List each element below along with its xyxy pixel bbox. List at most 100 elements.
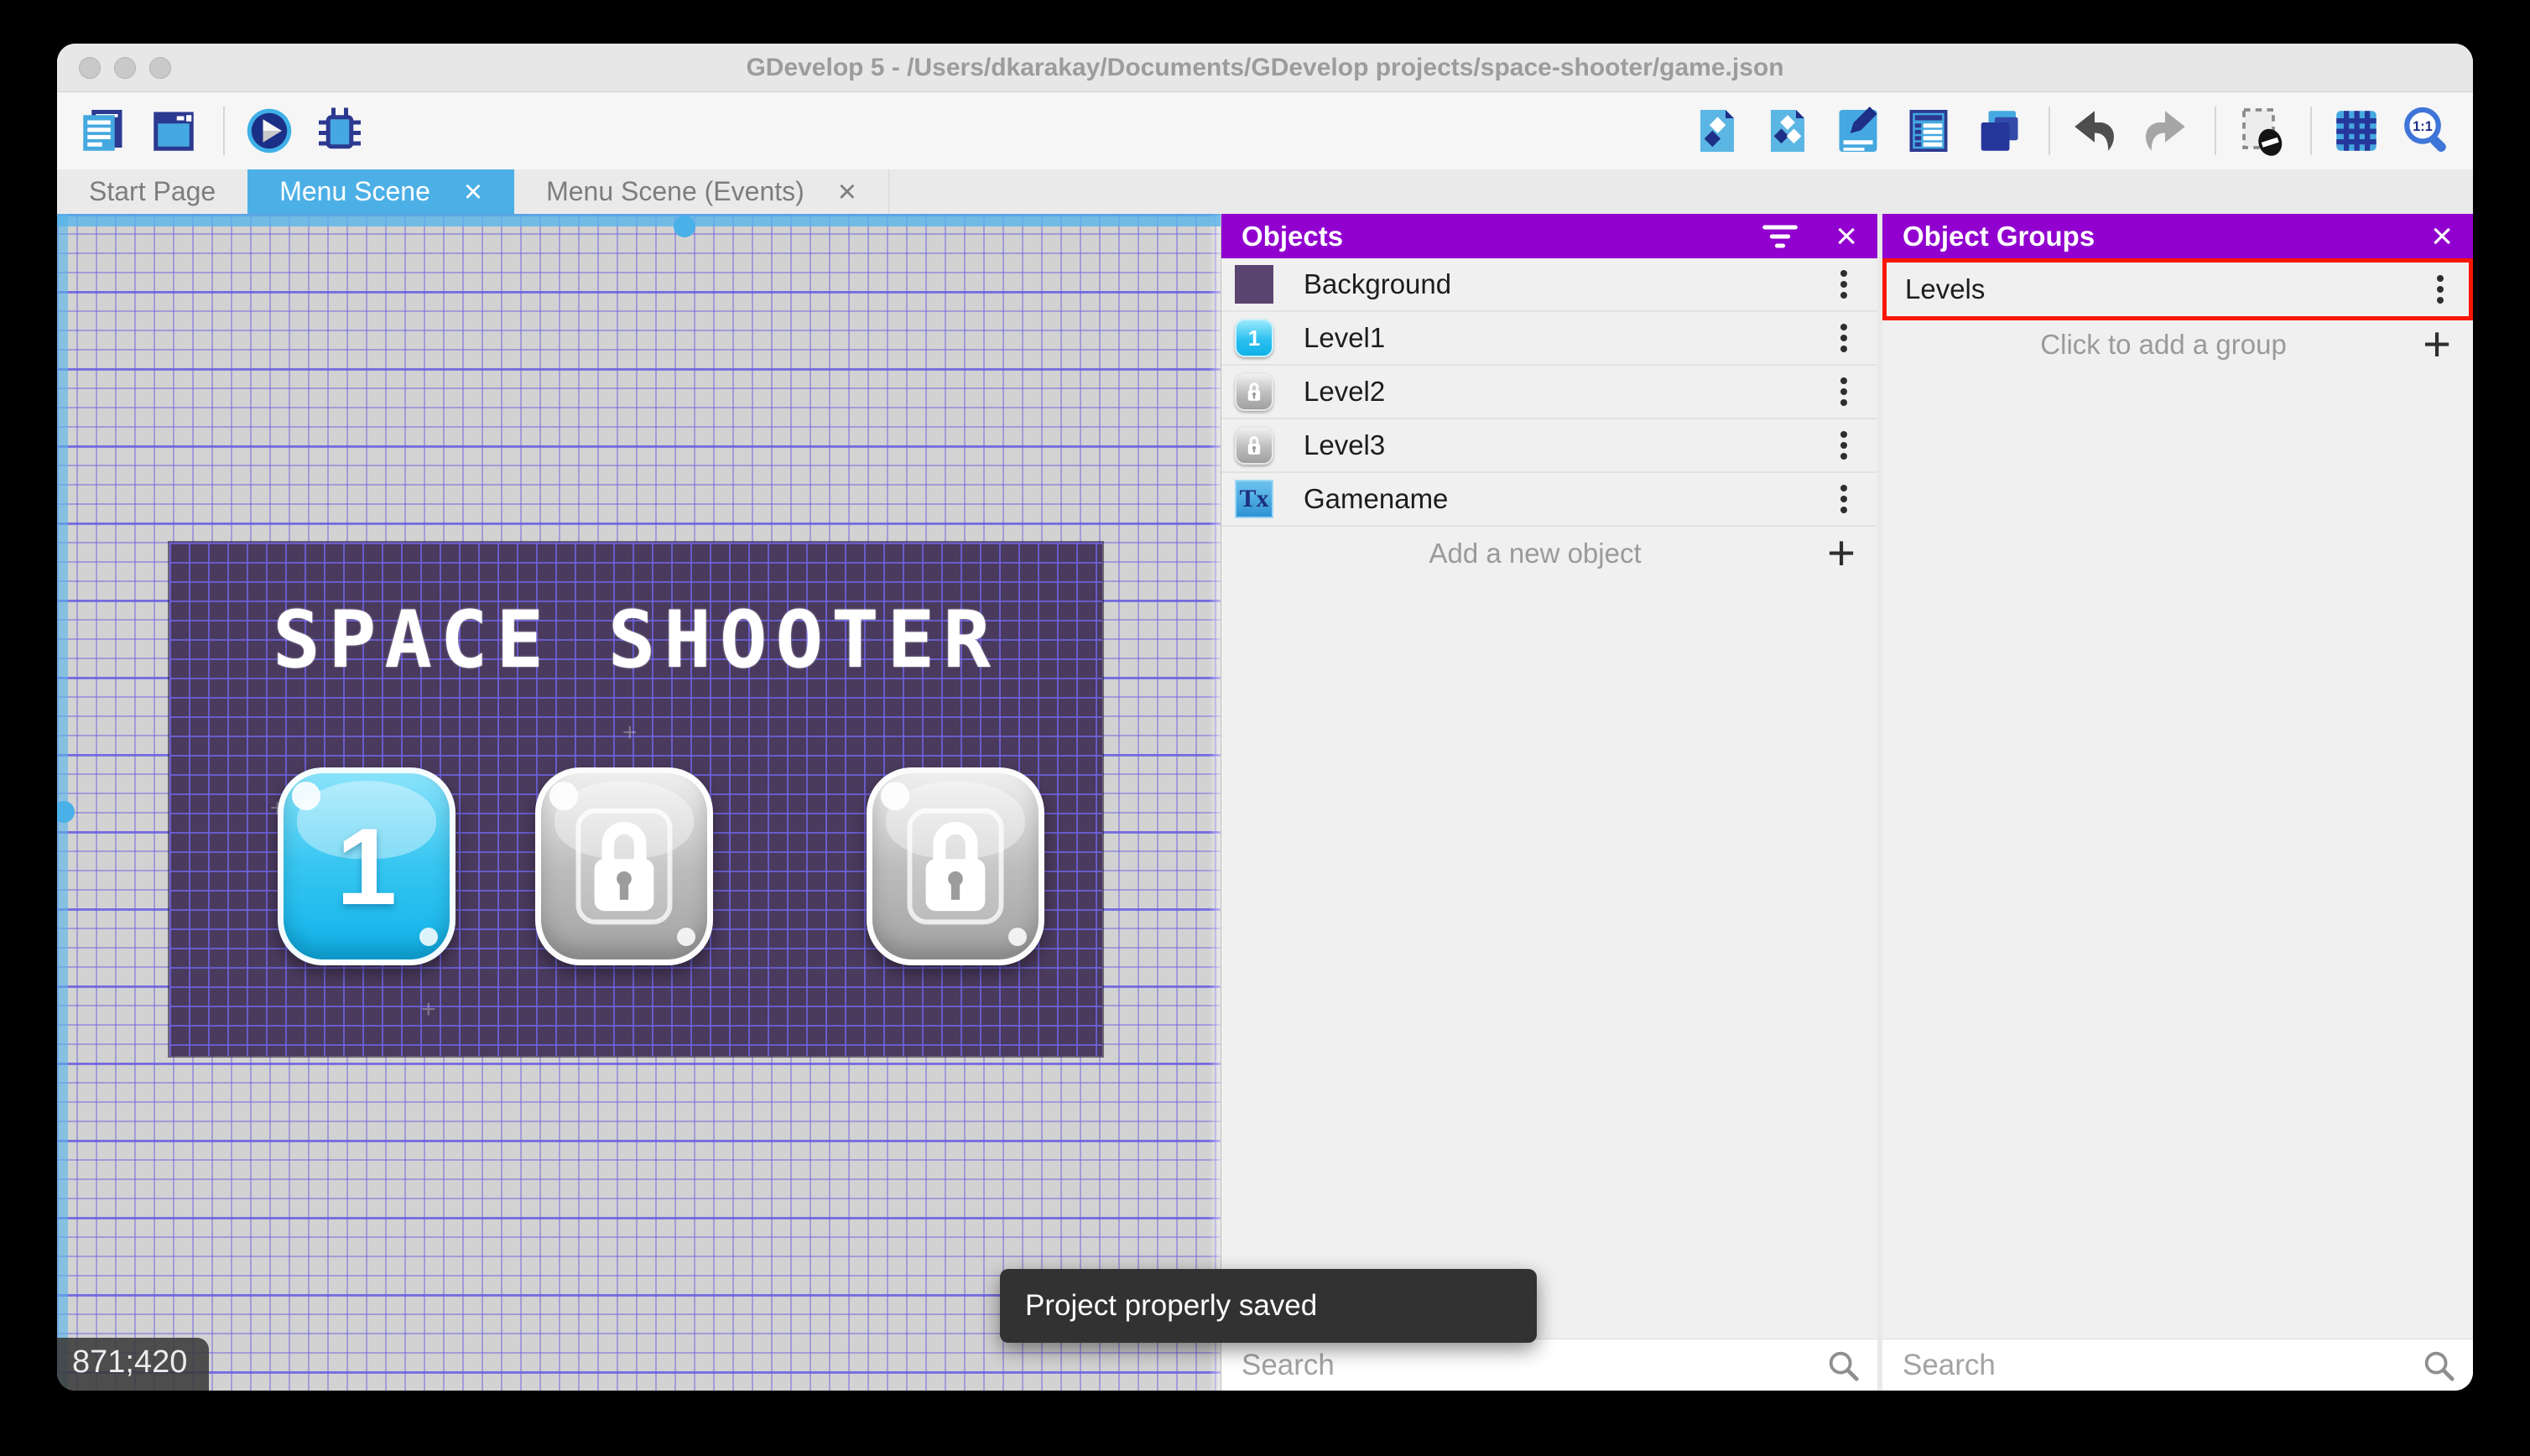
toolbar-divider [2310,107,2312,155]
tab-menu-scene[interactable]: Menu Scene × [247,169,515,214]
tab-start-page[interactable]: Start Page [57,169,247,214]
level3-thumbnail [1235,426,1273,465]
window-title: GDevelop 5 - /Users/dkarakay/Documents/G… [746,53,1784,81]
toolbar: 1:1 [57,92,2473,169]
lock-icon [1247,436,1261,455]
zoom-1-1-icon[interactable]: 1:1 [2401,105,2453,157]
groups-search-input[interactable] [1903,1348,2421,1382]
cursor-coordinates: 871;420 [57,1338,210,1391]
lock-icon [907,808,1004,925]
button-highlight-dot [549,782,578,810]
tab-label: Start Page [89,176,216,206]
play-preview-icon[interactable] [243,105,295,157]
add-object-label: Add a new object [1429,538,1642,569]
grid-icon[interactable] [2330,105,2382,157]
tabbar: Start Page Menu Scene × Menu Scene (Even… [57,169,2473,214]
toast-message: Project properly saved [1025,1289,1318,1322]
button-highlight-dot [677,928,695,946]
tab-label: Menu Scene (Events) [546,176,804,206]
instances-list-icon[interactable] [1903,105,1955,157]
lock-icon [575,808,673,925]
level1-thumbnail: 1 [1235,319,1273,357]
game-title-text-instance[interactable]: SPACE SHOOTER [169,595,1102,686]
toolbar-right-group: 1:1 [1691,105,2453,157]
canvas-scrollbar[interactable] [1209,214,1221,1391]
object-menu-icon[interactable] [1840,496,1847,502]
lock-icon [1247,382,1261,401]
groups-search-bar [1882,1339,2473,1391]
level1-button-instance[interactable]: 1 [278,767,456,965]
objects-panel-header: Objects × [1221,214,1877,258]
selection-left-edge [57,214,75,1391]
level2-thumbnail [1235,372,1273,411]
game-scene-background-instance[interactable]: SPACE SHOOTER + + + + 1 [169,543,1102,1056]
sparkle-decoration: + [622,719,638,746]
object-groups-editor-icon[interactable] [1762,105,1814,157]
close-panel-icon[interactable]: × [1835,217,1857,255]
toolbar-divider [223,107,225,155]
background-thumbnail [1235,265,1273,304]
object-menu-icon[interactable] [1840,335,1847,341]
object-row-level1[interactable]: 1 Level1 [1221,312,1877,366]
toolbar-divider [2048,107,2050,155]
properties-editor-icon[interactable] [1832,105,1884,157]
svg-text:1:1: 1:1 [2413,119,2433,134]
object-menu-icon[interactable] [1840,442,1847,449]
objects-panel: Objects × Background 1 Level1 Level2 Lev… [1221,214,1877,1391]
object-label: Gamename [1304,483,1449,514]
redo-icon[interactable] [2139,105,2191,157]
scene-editors-icon[interactable] [148,105,200,157]
group-row-levels[interactable]: Levels [1882,258,2473,320]
button-highlight-dot [1008,928,1027,946]
save-toast: Project properly saved [1000,1269,1537,1343]
level3-locked-button-instance[interactable] [867,767,1044,965]
object-label: Level3 [1304,429,1386,460]
group-label: Levels [1905,273,1986,304]
objects-search-input[interactable] [1242,1348,1825,1382]
objects-editor-icon[interactable] [1691,105,1743,157]
selection-resize-handle[interactable] [57,801,75,823]
titlebar: GDevelop 5 - /Users/dkarakay/Documents/G… [57,44,2473,92]
tab-menu-scene-events[interactable]: Menu Scene (Events) × [514,169,889,214]
level1-number: 1 [336,805,398,928]
undo-icon[interactable] [2069,105,2121,157]
layers-editor-icon[interactable] [1973,105,2025,157]
debug-icon[interactable] [314,105,366,157]
tab-close-icon[interactable]: × [838,176,856,208]
plus-icon[interactable]: + [1827,528,1856,577]
group-menu-icon[interactable] [2437,286,2444,293]
button-highlight-dot [292,782,320,810]
search-icon [2424,1351,2455,1381]
object-label: Background [1304,268,1452,299]
object-row-background[interactable]: Background [1221,258,1877,312]
object-row-level3[interactable]: Level3 [1221,419,1877,473]
add-group-label: Click to add a group [2040,329,2287,360]
object-label: Level1 [1304,322,1386,353]
text-object-icon: Tx [1235,480,1273,518]
objects-search-bar [1221,1339,1877,1391]
selection-top-edge [57,214,1221,237]
object-menu-icon[interactable] [1840,388,1847,395]
object-row-gamename[interactable]: Tx Gamename [1221,473,1877,527]
toolbar-divider [2215,107,2216,155]
selection-resize-handle[interactable] [674,216,695,237]
tab-label: Menu Scene [279,176,430,206]
plus-icon[interactable]: + [2423,320,2451,368]
button-highlight-dot [419,928,438,946]
object-row-level2[interactable]: Level2 [1221,366,1877,419]
object-groups-panel: Object Groups × Levels Click to add a gr… [1877,214,2473,1391]
object-label: Level2 [1304,376,1386,407]
search-icon [1829,1351,1859,1381]
main-area: SPACE SHOOTER + + + + 1 [57,214,2473,1391]
window-mask-icon[interactable] [2235,105,2287,157]
tab-close-icon[interactable]: × [464,176,482,208]
object-menu-icon[interactable] [1840,281,1847,288]
project-manager-icon[interactable] [77,105,129,157]
add-new-object-button[interactable]: Add a new object + [1221,527,1877,580]
close-panel-icon[interactable]: × [2431,217,2453,255]
add-group-button[interactable]: Click to add a group + [1882,320,2473,369]
filter-icon[interactable] [1762,222,1799,251]
scene-canvas[interactable]: SPACE SHOOTER + + + + 1 [57,214,1221,1391]
objects-panel-empty-area [1221,580,1877,1339]
level2-locked-button-instance[interactable] [535,767,713,965]
